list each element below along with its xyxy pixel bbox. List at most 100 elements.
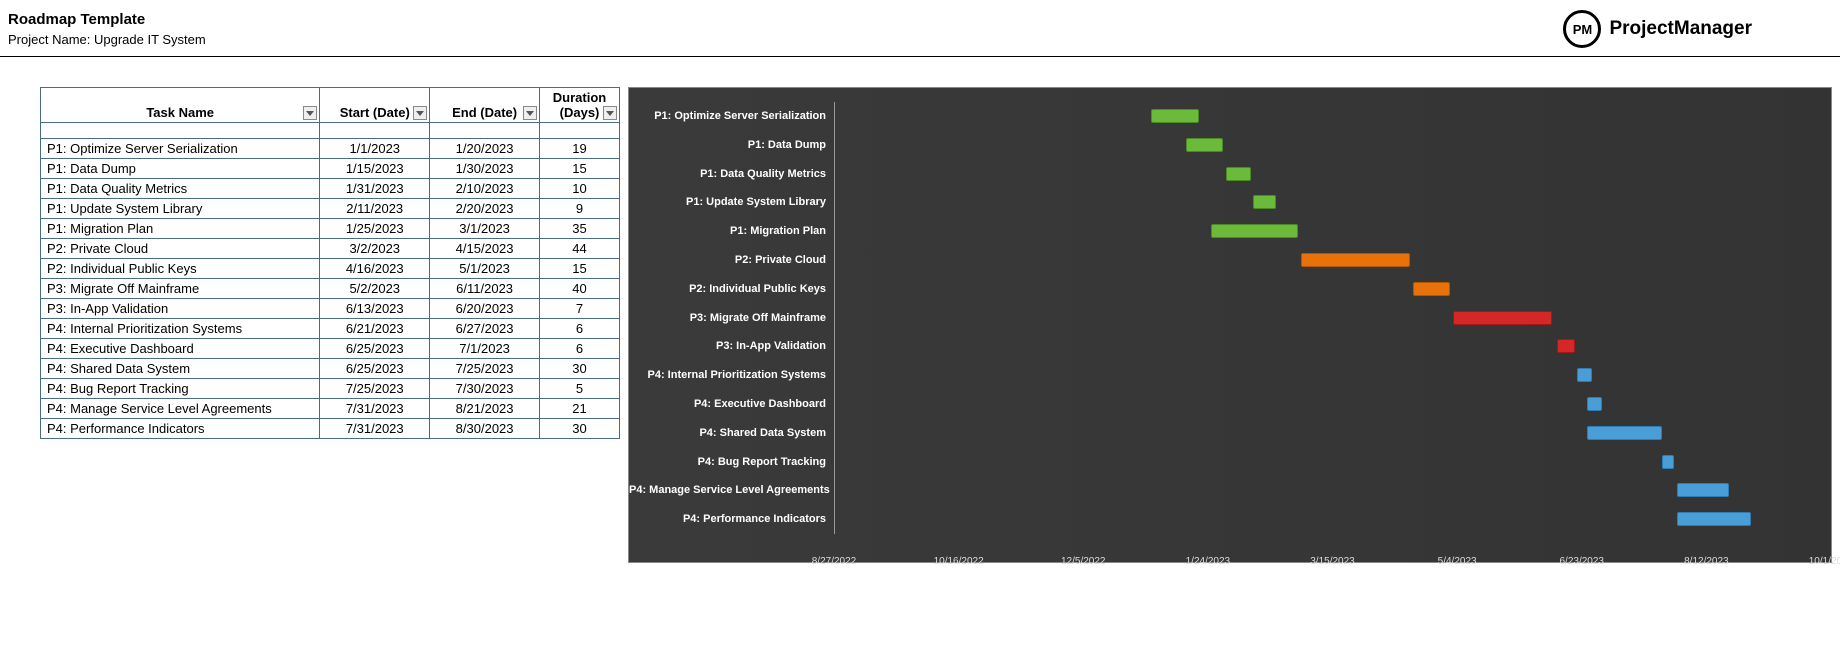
cell-task: P4: Bug Report Tracking <box>41 379 320 399</box>
gantt-row-label: P4: Internal Prioritization Systems <box>629 361 834 390</box>
gantt-bar <box>1677 483 1729 497</box>
table-row: P1: Data Quality Metrics1/31/20232/10/20… <box>41 179 620 199</box>
col-header-end: End (Date) <box>430 88 540 123</box>
x-axis-tick: 3/15/2023 <box>1310 556 1355 567</box>
table-row: P2: Individual Public Keys4/16/20235/1/2… <box>41 259 620 279</box>
header: Roadmap Template Project Name: Upgrade I… <box>0 0 1840 57</box>
cell-task: P1: Data Quality Metrics <box>41 179 320 199</box>
table-row: P4: Performance Indicators7/31/20238/30/… <box>41 419 620 439</box>
cell-duration: 15 <box>540 259 620 279</box>
x-axis-tick: 12/5/2022 <box>1061 556 1106 567</box>
table-row: P1: Migration Plan1/25/20233/1/202335 <box>41 219 620 239</box>
x-axis-tick: 5/4/2023 <box>1438 556 1477 567</box>
gantt-row-label: P3: In-App Validation <box>629 332 834 361</box>
cell-start: 1/25/2023 <box>320 219 430 239</box>
table-row: P4: Internal Prioritization Systems6/21/… <box>41 319 620 339</box>
gantt-row-label: P4: Manage Service Level Agreements <box>629 476 834 505</box>
gantt-row-label: P1: Data Quality Metrics <box>629 160 834 189</box>
filter-dropdown-icon[interactable] <box>413 106 427 120</box>
cell-end: 4/15/2023 <box>430 239 540 259</box>
spacer-row <box>41 123 620 139</box>
gantt-row <box>835 332 1831 361</box>
cell-start: 7/31/2023 <box>320 419 430 439</box>
gantt-row <box>835 448 1831 477</box>
x-axis-tick: 8/12/2023 <box>1684 556 1729 567</box>
cell-start: 7/31/2023 <box>320 399 430 419</box>
col-header-end-label: End (Date) <box>452 105 517 120</box>
col-header-start: Start (Date) <box>320 88 430 123</box>
gantt-row-label: P4: Performance Indicators <box>629 505 834 534</box>
gantt-bar <box>1211 224 1298 238</box>
cell-duration: 10 <box>540 179 620 199</box>
cell-duration: 6 <box>540 339 620 359</box>
doc-title: Roadmap Template <box>8 11 206 28</box>
cell-start: 7/25/2023 <box>320 379 430 399</box>
gantt-row-label: P1: Update System Library <box>629 188 834 217</box>
x-axis-tick: 1/24/2023 <box>1186 556 1231 567</box>
gantt-row-label: P4: Bug Report Tracking <box>629 448 834 477</box>
gantt-row <box>835 131 1831 160</box>
gantt-bar <box>1677 512 1752 526</box>
filter-dropdown-icon[interactable] <box>523 106 537 120</box>
gantt-row <box>835 275 1831 304</box>
gantt-row <box>835 188 1831 217</box>
table-row: P3: In-App Validation6/13/20236/20/20237 <box>41 299 620 319</box>
cell-duration: 35 <box>540 219 620 239</box>
cell-start: 6/25/2023 <box>320 359 430 379</box>
gantt-row <box>835 217 1831 246</box>
gantt-row-label: P1: Data Dump <box>629 131 834 160</box>
cell-start: 1/15/2023 <box>320 159 430 179</box>
logo-text: ProjectManager <box>1609 18 1752 40</box>
cell-task: P2: Private Cloud <box>41 239 320 259</box>
cell-start: 3/2/2023 <box>320 239 430 259</box>
filter-dropdown-icon[interactable] <box>303 106 317 120</box>
gantt-bar <box>1587 397 1602 411</box>
cell-task: P3: In-App Validation <box>41 299 320 319</box>
gantt-plot-area <box>834 102 1831 534</box>
gantt-bar <box>1413 282 1450 296</box>
gantt-row-label: P4: Executive Dashboard <box>629 390 834 419</box>
x-axis-tick: 8/27/2022 <box>812 556 857 567</box>
gantt-bar <box>1253 195 1275 209</box>
cell-duration: 19 <box>540 139 620 159</box>
gantt-row-label: P2: Private Cloud <box>629 246 834 275</box>
cell-start: 6/25/2023 <box>320 339 430 359</box>
cell-task: P4: Executive Dashboard <box>41 339 320 359</box>
cell-end: 7/25/2023 <box>430 359 540 379</box>
cell-end: 5/1/2023 <box>430 259 540 279</box>
x-axis-tick: 10/16/2022 <box>934 556 984 567</box>
gantt-bar <box>1587 426 1662 440</box>
task-table: Task Name Start (Date) End (Date) Durati… <box>40 87 620 439</box>
cell-end: 8/21/2023 <box>430 399 540 419</box>
cell-end: 2/10/2023 <box>430 179 540 199</box>
cell-duration: 5 <box>540 379 620 399</box>
gantt-bar <box>1226 167 1251 181</box>
cell-duration: 30 <box>540 419 620 439</box>
table-row: P2: Private Cloud3/2/20234/15/202344 <box>41 239 620 259</box>
cell-start: 1/1/2023 <box>320 139 430 159</box>
table-row: P1: Data Dump1/15/20231/30/202315 <box>41 159 620 179</box>
gantt-y-axis: P1: Optimize Server SerializationP1: Dat… <box>629 88 834 562</box>
cell-end: 7/30/2023 <box>430 379 540 399</box>
cell-duration: 15 <box>540 159 620 179</box>
cell-task: P2: Individual Public Keys <box>41 259 320 279</box>
cell-task: P3: Migrate Off Mainframe <box>41 279 320 299</box>
content: Task Name Start (Date) End (Date) Durati… <box>0 57 1840 583</box>
gantt-row <box>835 419 1831 448</box>
gantt-row-label: P4: Shared Data System <box>629 419 834 448</box>
cell-start: 4/16/2023 <box>320 259 430 279</box>
cell-start: 6/21/2023 <box>320 319 430 339</box>
cell-duration: 30 <box>540 359 620 379</box>
table-row: P4: Executive Dashboard6/25/20237/1/2023… <box>41 339 620 359</box>
cell-start: 5/2/2023 <box>320 279 430 299</box>
cell-start: 2/11/2023 <box>320 199 430 219</box>
cell-task: P1: Migration Plan <box>41 219 320 239</box>
filter-dropdown-icon[interactable] <box>603 106 617 120</box>
task-table-wrap: Task Name Start (Date) End (Date) Durati… <box>40 87 620 563</box>
cell-end: 1/30/2023 <box>430 159 540 179</box>
table-row: P1: Update System Library2/11/20232/20/2… <box>41 199 620 219</box>
table-row: P4: Bug Report Tracking7/25/20237/30/202… <box>41 379 620 399</box>
cell-end: 6/11/2023 <box>430 279 540 299</box>
header-left: Roadmap Template Project Name: Upgrade I… <box>8 11 206 47</box>
cell-task: P1: Optimize Server Serialization <box>41 139 320 159</box>
